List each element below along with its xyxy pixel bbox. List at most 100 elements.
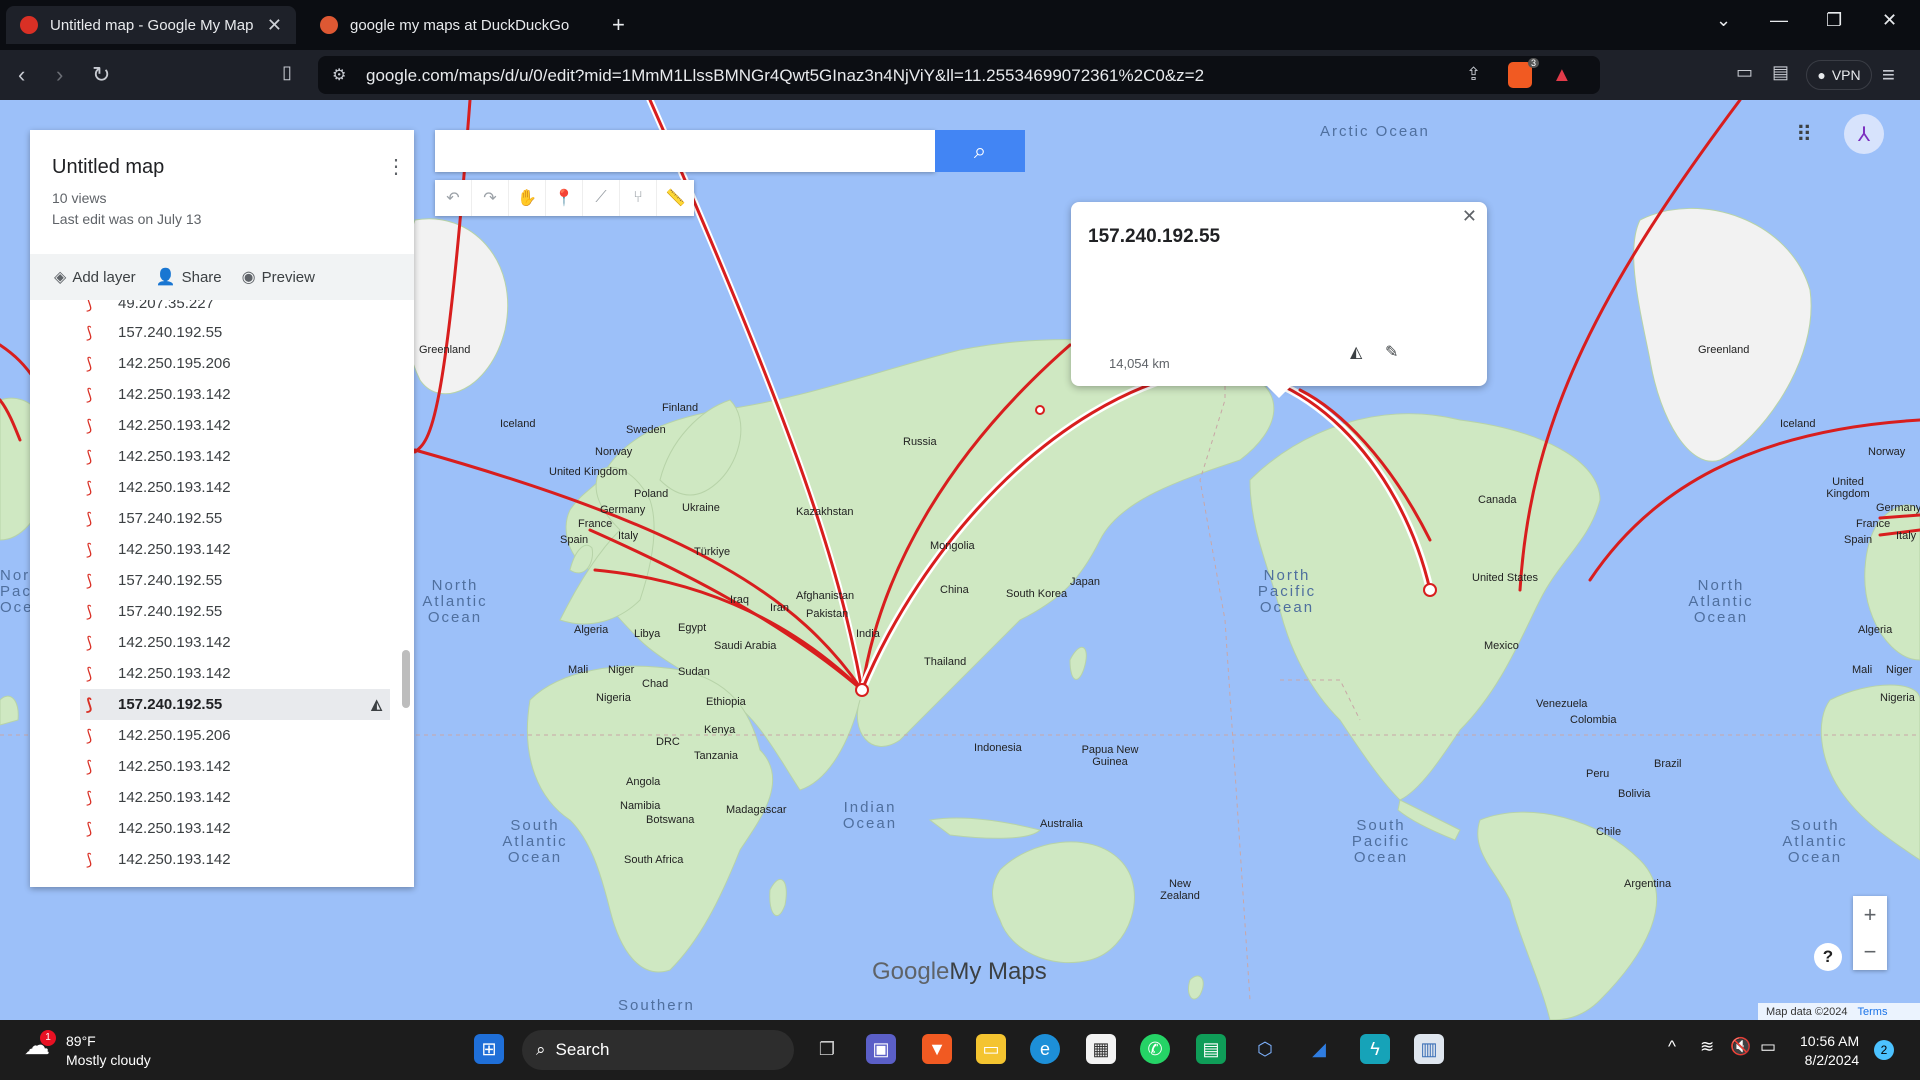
share-button[interactable]: 👤 Share: [156, 267, 222, 287]
list-item[interactable]: ⟆ 142.250.193.142: [80, 813, 390, 844]
map-label: Mexico: [1484, 640, 1519, 652]
power-automate-icon[interactable]: ϟ: [1360, 1034, 1390, 1064]
virtualbox-icon[interactable]: ⬡: [1250, 1034, 1280, 1064]
list-item[interactable]: ⟆ 142.250.195.206: [80, 720, 390, 751]
edit-pencil-icon[interactable]: ✎: [1385, 342, 1398, 362]
terms-link[interactable]: Terms: [1858, 1006, 1888, 1018]
draw-line-icon[interactable]: ⟋: [583, 180, 620, 216]
list-item[interactable]: ⟆ 142.250.193.142: [80, 534, 390, 565]
map-label: Italy: [618, 530, 639, 542]
list-item[interactable]: ⟆ 142.250.193.142: [80, 379, 390, 410]
ruler-icon[interactable]: 📏: [657, 180, 694, 216]
tab-search-chevron-icon[interactable]: ⌄: [1716, 10, 1731, 31]
list-item[interactable]: ⟆ 142.250.193.142: [80, 844, 390, 875]
directions-icon[interactable]: ⑂: [620, 180, 657, 216]
battery-icon[interactable]: ▭: [1760, 1037, 1776, 1057]
microsoft-store-icon[interactable]: ▦: [1086, 1034, 1116, 1064]
close-icon[interactable]: ✕: [1462, 206, 1477, 227]
add-marker-icon[interactable]: 📍: [546, 180, 583, 216]
zoom-out-button[interactable]: −: [1853, 933, 1887, 970]
list-item[interactable]: ⟆ 142.250.193.142: [80, 751, 390, 782]
account-avatar[interactable]: ⅄: [1844, 114, 1884, 154]
list-item[interactable]: ⟆ 142.250.193.142: [80, 782, 390, 813]
map-search-box[interactable]: [435, 130, 935, 172]
sidebar-toggle-icon[interactable]: ▭: [1736, 62, 1753, 83]
vpn-button[interactable]: ● VPN: [1806, 60, 1872, 90]
zoom-in-button[interactable]: +: [1853, 896, 1887, 933]
weather-widget[interactable]: ☁ 1 89°F Mostly cloudy: [24, 1030, 151, 1070]
map-label: Bolivia: [1618, 788, 1651, 800]
list-item[interactable]: ⟆ 142.250.193.142: [80, 472, 390, 503]
teams-chat-icon[interactable]: ▣: [866, 1034, 896, 1064]
maximize-button[interactable]: ❐: [1826, 10, 1842, 31]
browser-tab-bar: Untitled map - Google My Map ✕ google my…: [0, 0, 1920, 50]
brave-rewards-icon[interactable]: ▲: [1552, 64, 1572, 87]
list-item[interactable]: ⟆ 142.250.193.142: [80, 658, 390, 689]
share-icon[interactable]: ⇪: [1466, 64, 1481, 85]
paint-bucket-icon[interactable]: ◭: [1350, 342, 1362, 362]
browser-menu-icon[interactable]: ≡: [1882, 62, 1895, 88]
map-label: Indonesia: [974, 742, 1022, 754]
weather-badge: 1: [40, 1030, 56, 1046]
ocean-label: Southern: [618, 997, 695, 1014]
list-item[interactable]: ⟆ 142.250.195.206: [80, 348, 390, 379]
list-item[interactable]: ⟆ 142.250.193.142: [80, 410, 390, 441]
line-route-icon: ⟆: [86, 479, 93, 497]
more-options-icon[interactable]: ⋮: [386, 154, 406, 179]
tab-untitled-map[interactable]: Untitled map - Google My Map ✕: [6, 6, 296, 44]
edge-browser-icon[interactable]: e: [1030, 1034, 1060, 1064]
hand-pan-icon[interactable]: ✋: [509, 180, 546, 216]
list-scrollbar[interactable]: [402, 650, 410, 708]
clock[interactable]: 10:56 AM 8/2/2024: [1800, 1032, 1859, 1070]
minimize-button[interactable]: —: [1770, 10, 1788, 31]
map-label: Ukraine: [682, 502, 720, 514]
tray-overflow-icon[interactable]: ^: [1668, 1037, 1676, 1057]
taskbar-search[interactable]: ⌕ Search: [522, 1030, 794, 1070]
list-item[interactable]: ⟆ 142.250.193.142: [80, 627, 390, 658]
wireshark-icon[interactable]: ◢: [1304, 1034, 1334, 1064]
bookmark-icon[interactable]: ▯: [282, 62, 292, 83]
python-file-icon[interactable]: ▥: [1414, 1034, 1444, 1064]
preview-button[interactable]: ◉ Preview: [242, 267, 315, 287]
forward-button[interactable]: ›: [56, 62, 63, 88]
list-item[interactable]: ⟆ 142.250.193.142: [80, 441, 390, 472]
notification-badge[interactable]: 2: [1874, 1040, 1894, 1060]
close-tab-icon[interactable]: ✕: [267, 15, 282, 36]
task-view-icon[interactable]: ❐: [812, 1034, 842, 1064]
list-item[interactable]: ⟆ 157.240.192.55: [80, 596, 390, 627]
google-apps-grid-icon[interactable]: ⠿: [1796, 122, 1812, 148]
volume-muted-icon[interactable]: 🔇: [1730, 1037, 1751, 1057]
list-item-selected[interactable]: ⟆ 157.240.192.55 ◭: [80, 689, 390, 720]
search-button[interactable]: ⌕: [935, 130, 1025, 172]
list-item[interactable]: ⟆ 157.240.192.55: [80, 565, 390, 596]
list-item[interactable]: ⟆ 157.240.192.55: [80, 503, 390, 534]
help-button[interactable]: ?: [1814, 943, 1842, 971]
map-label: Kenya: [704, 724, 736, 736]
whatsapp-icon[interactable]: ✆: [1140, 1034, 1170, 1064]
brave-browser-icon[interactable]: ▼: [922, 1034, 952, 1064]
item-label: 157.240.192.55: [118, 572, 223, 589]
close-window-button[interactable]: ✕: [1882, 10, 1897, 31]
map-label: China: [940, 584, 969, 596]
line-route-icon: ⟆: [86, 355, 93, 373]
wallet-icon[interactable]: ▤: [1772, 62, 1789, 83]
address-bar[interactable]: ⚙ google.com/maps/d/u/0/edit?mid=1MmM1Ll…: [318, 56, 1600, 94]
redo-icon[interactable]: ↷: [472, 180, 509, 216]
back-button[interactable]: ‹: [18, 62, 25, 88]
map-label: Madagascar: [726, 804, 787, 816]
tab-duckduckgo[interactable]: google my maps at DuckDuckGo: [306, 6, 596, 44]
add-layer-button[interactable]: ◈ Add layer: [54, 267, 136, 287]
undo-icon[interactable]: ↶: [435, 180, 472, 216]
map-label: Afghanistan: [796, 590, 855, 602]
reload-button[interactable]: ↻: [92, 62, 110, 88]
style-paint-bucket-icon[interactable]: ◭: [371, 696, 382, 713]
search-input[interactable]: [435, 130, 935, 172]
file-explorer-icon[interactable]: ▭: [976, 1034, 1006, 1064]
wifi-icon[interactable]: ≋: [1700, 1037, 1714, 1057]
new-tab-button[interactable]: +: [612, 12, 625, 38]
map-title[interactable]: Untitled map: [52, 156, 164, 179]
list-item[interactable]: ⟆ 157.240.192.55: [80, 317, 390, 348]
site-settings-icon[interactable]: ⚙: [332, 65, 346, 85]
windows-start-icon[interactable]: ⊞: [474, 1034, 504, 1064]
sheets-app-icon[interactable]: ▤: [1196, 1034, 1226, 1064]
